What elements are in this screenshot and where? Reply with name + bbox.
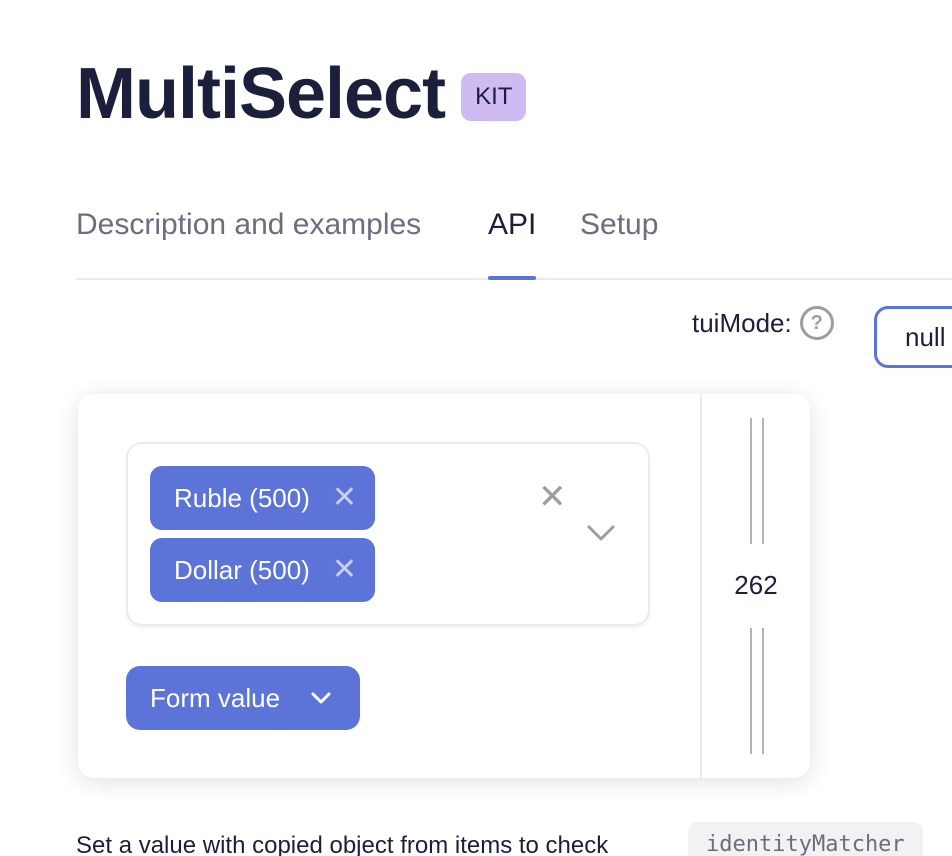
resize-panel[interactable]: 262 (700, 394, 810, 778)
code-snippet: identityMatcher (688, 822, 923, 856)
chevron-down-icon (311, 692, 331, 704)
mode-select[interactable]: null (874, 306, 952, 368)
page-title: MultiSelect (76, 54, 446, 134)
chip-ruble: Ruble (500) ✕ (150, 466, 375, 530)
chip-label: Dollar (500) (174, 554, 310, 585)
demo-card: Ruble (500) ✕ Dollar (500) ✕ ✕ Form valu… (78, 394, 810, 778)
resize-grip[interactable] (750, 418, 764, 544)
resize-grip[interactable] (750, 628, 764, 754)
mode-row: tuiMode: ? (692, 306, 834, 340)
form-value-label: Form value (150, 682, 281, 713)
form-value-button[interactable]: Form value (126, 666, 360, 730)
tab-description[interactable]: Description and examples (76, 208, 421, 278)
clear-icon[interactable]: ✕ (538, 480, 567, 514)
chevron-down-icon[interactable] (586, 518, 616, 548)
description-text: Set a value with copied object from item… (76, 832, 609, 856)
chip-label: Ruble (500) (174, 482, 310, 513)
help-icon[interactable]: ? (799, 306, 834, 340)
tab-api[interactable]: API (488, 208, 537, 280)
kit-badge: KIT (461, 73, 527, 121)
width-readout: 262 (734, 570, 778, 600)
title-row: MultiSelect KIT (76, 54, 527, 134)
close-icon[interactable]: ✕ (332, 555, 357, 585)
multiselect-input[interactable]: Ruble (500) ✕ Dollar (500) ✕ ✕ (126, 442, 650, 626)
chip-dollar: Dollar (500) ✕ (150, 538, 375, 602)
close-icon[interactable]: ✕ (332, 483, 357, 513)
tab-bar: Description and examples API Setup (76, 198, 952, 280)
tab-setup[interactable]: Setup (580, 208, 658, 278)
mode-label: tuiMode: (692, 307, 792, 338)
